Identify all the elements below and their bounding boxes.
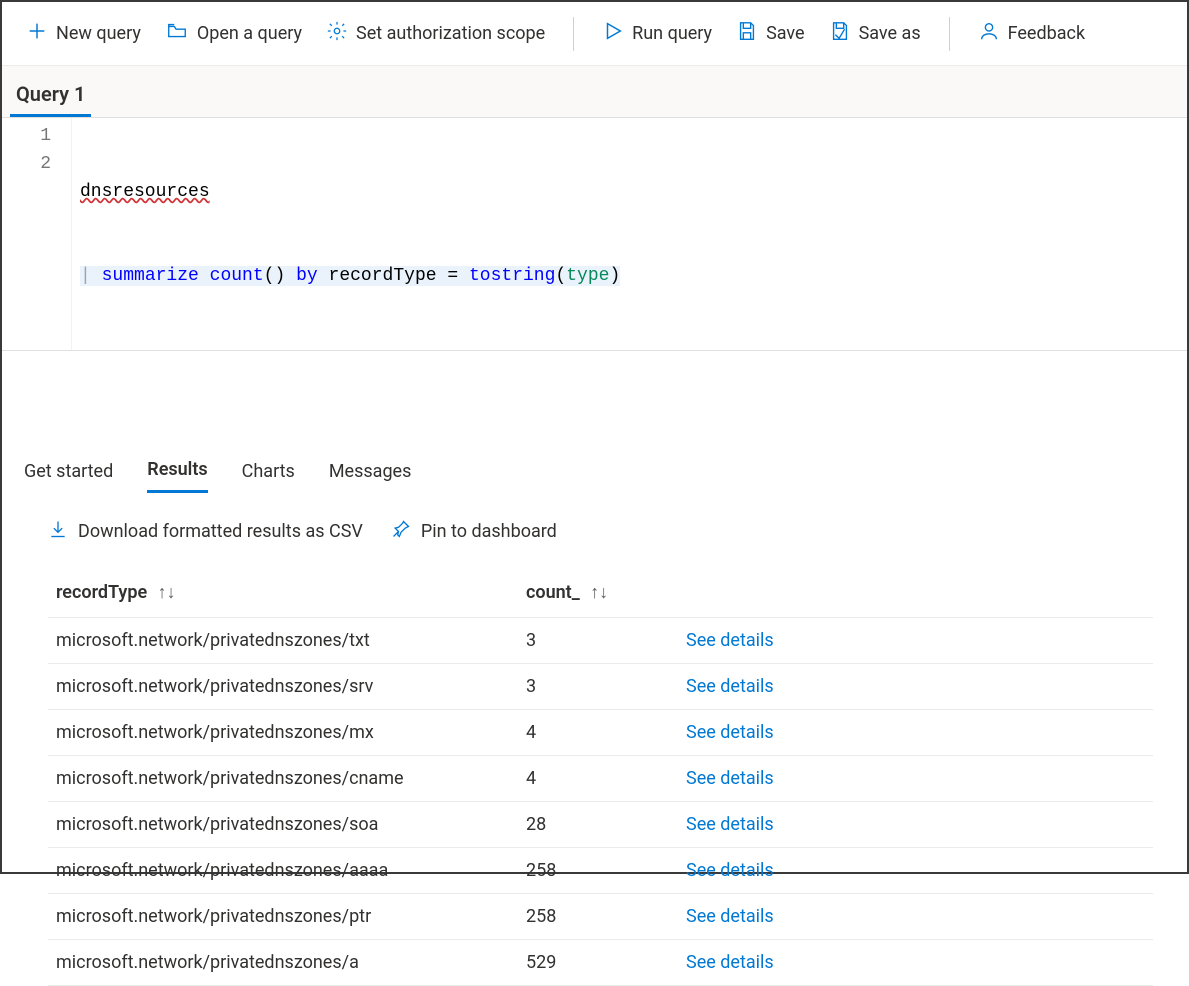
- table-row: microsoft.network/privatednszones/ptr 25…: [48, 894, 1153, 940]
- save-label: Save: [766, 23, 805, 44]
- table-row: microsoft.network/privatednszones/srv 3 …: [48, 664, 1153, 710]
- editor-code[interactable]: dnsresources | summarize count() by reco…: [72, 118, 1187, 350]
- table-row: microsoft.network/privatednszones/aaaa 2…: [48, 848, 1153, 894]
- cell-count: 3: [518, 664, 678, 710]
- download-icon: [48, 519, 68, 544]
- set-auth-scope-label: Set authorization scope: [356, 23, 545, 44]
- toolbar-separator: [573, 17, 574, 51]
- save-button[interactable]: Save: [726, 14, 815, 54]
- tab-charts[interactable]: Charts: [242, 461, 295, 492]
- editor-padding: [2, 351, 1187, 437]
- toolbar-separator: [949, 17, 950, 51]
- table-row: microsoft.network/privatednszones/txt 3 …: [48, 618, 1153, 664]
- tab-get-started[interactable]: Get started: [24, 461, 113, 492]
- code-editor[interactable]: 1 2 dnsresources | summarize count() by …: [2, 117, 1187, 351]
- run-query-button[interactable]: Run query: [592, 14, 722, 54]
- table-row: microsoft.network/privatednszones/soa 28…: [48, 802, 1153, 848]
- cell-recordtype: microsoft.network/privatednszones/soa: [48, 802, 518, 848]
- gear-icon: [326, 20, 348, 47]
- query-tab-1[interactable]: Query 1: [10, 76, 91, 117]
- table-row: microsoft.network/privatednszones/mx 4 S…: [48, 710, 1153, 756]
- cell-recordtype: microsoft.network/privatednszones/aaaa: [48, 848, 518, 894]
- code-line-1[interactable]: dnsresources: [80, 178, 1179, 206]
- run-query-label: Run query: [632, 23, 712, 44]
- download-csv-button[interactable]: Download formatted results as CSV: [48, 519, 363, 544]
- header-recordtype[interactable]: recordType ↑↓: [48, 568, 518, 618]
- play-icon: [602, 20, 624, 47]
- cell-count: 28: [518, 802, 678, 848]
- pin-icon: [391, 519, 411, 544]
- new-query-label: New query: [56, 23, 141, 44]
- header-blank: [678, 568, 1153, 618]
- see-details-link[interactable]: See details: [678, 802, 1153, 848]
- cell-count: 4: [518, 756, 678, 802]
- save-as-label: Save as: [859, 23, 921, 44]
- feedback-icon: [978, 20, 1000, 47]
- results-table: recordType ↑↓ count_ ↑↓ microsoft.networ…: [48, 568, 1153, 986]
- editor-gutter: 1 2: [2, 118, 72, 350]
- save-icon: [736, 20, 758, 47]
- new-query-button[interactable]: New query: [16, 14, 151, 54]
- download-csv-label: Download formatted results as CSV: [78, 521, 363, 542]
- header-count[interactable]: count_ ↑↓: [518, 568, 678, 618]
- see-details-link[interactable]: See details: [678, 710, 1153, 756]
- pin-dashboard-button[interactable]: Pin to dashboard: [391, 519, 557, 544]
- cell-count: 258: [518, 848, 678, 894]
- pin-dashboard-label: Pin to dashboard: [421, 521, 557, 542]
- gutter-line-1: 1: [2, 122, 51, 150]
- save-as-icon: [829, 20, 851, 47]
- see-details-link[interactable]: See details: [678, 894, 1153, 940]
- open-query-label: Open a query: [197, 23, 302, 44]
- see-details-link[interactable]: See details: [678, 664, 1153, 710]
- set-auth-scope-button[interactable]: Set authorization scope: [316, 14, 555, 54]
- cell-count: 258: [518, 894, 678, 940]
- result-actions: Download formatted results as CSV Pin to…: [2, 493, 1187, 554]
- cell-count: 4: [518, 710, 678, 756]
- cell-recordtype: microsoft.network/privatednszones/srv: [48, 664, 518, 710]
- sort-icon[interactable]: ↑↓: [590, 582, 608, 603]
- folder-open-icon: [165, 20, 189, 47]
- sort-icon[interactable]: ↑↓: [158, 582, 176, 603]
- tab-results[interactable]: Results: [147, 459, 207, 493]
- query-tabs: Query 1: [2, 66, 1187, 117]
- save-as-button[interactable]: Save as: [819, 14, 931, 54]
- plus-icon: [26, 20, 48, 47]
- table-row: microsoft.network/privatednszones/cname …: [48, 756, 1153, 802]
- cell-count: 529: [518, 940, 678, 986]
- top-toolbar: New query Open a query Set authorization…: [2, 2, 1187, 66]
- see-details-link[interactable]: See details: [678, 940, 1153, 986]
- cell-recordtype: microsoft.network/privatednszones/ptr: [48, 894, 518, 940]
- see-details-link[interactable]: See details: [678, 848, 1153, 894]
- result-tabs: Get started Results Charts Messages: [2, 437, 1187, 493]
- table-row: microsoft.network/privatednszones/a 529 …: [48, 940, 1153, 986]
- see-details-link[interactable]: See details: [678, 756, 1153, 802]
- cell-recordtype: microsoft.network/privatednszones/cname: [48, 756, 518, 802]
- cell-recordtype: microsoft.network/privatednszones/mx: [48, 710, 518, 756]
- feedback-button[interactable]: Feedback: [968, 14, 1095, 54]
- feedback-label: Feedback: [1008, 23, 1085, 44]
- tab-messages[interactable]: Messages: [329, 461, 412, 492]
- query-panel: Query 1 1 2 dnsresources | summarize cou…: [2, 66, 1187, 437]
- identifier-dnsresources: dnsresources: [80, 182, 210, 202]
- cell-recordtype: microsoft.network/privatednszones/a: [48, 940, 518, 986]
- open-query-button[interactable]: Open a query: [155, 14, 312, 54]
- results-tbody: microsoft.network/privatednszones/txt 3 …: [48, 618, 1153, 986]
- gutter-line-2: 2: [2, 150, 51, 178]
- cell-count: 3: [518, 618, 678, 664]
- cell-recordtype: microsoft.network/privatednszones/txt: [48, 618, 518, 664]
- code-line-2[interactable]: | summarize count() by recordType = tost…: [80, 262, 1179, 290]
- see-details-link[interactable]: See details: [678, 618, 1153, 664]
